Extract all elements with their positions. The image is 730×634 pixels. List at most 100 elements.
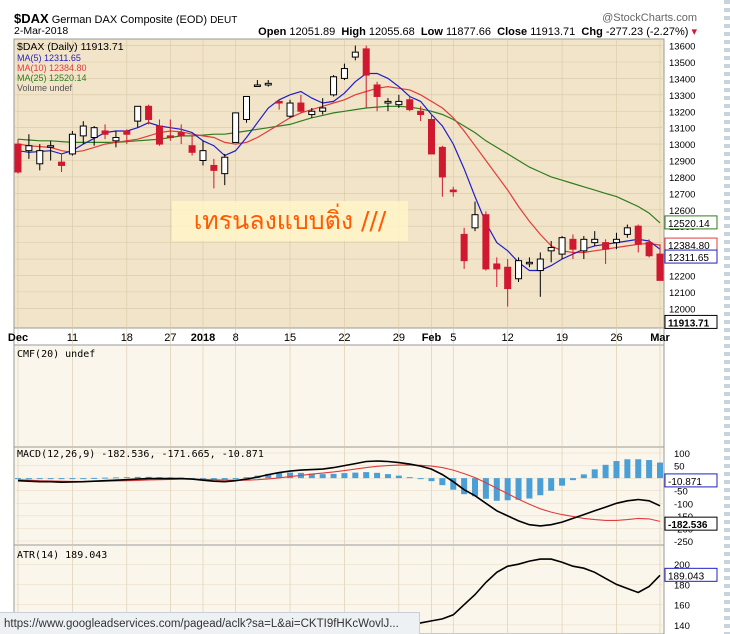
price-tick-label: 12700 <box>669 189 695 200</box>
candle-body <box>134 105 142 122</box>
value-box: 11913.71 <box>664 314 718 329</box>
macd-histogram-bar <box>602 464 609 479</box>
close-label: Close <box>497 26 528 38</box>
candle-body <box>330 76 338 96</box>
price-legend-entry: Volume undef <box>17 83 73 93</box>
candle-body <box>68 133 76 155</box>
candle-body <box>417 110 425 116</box>
macd-histogram-bar <box>330 473 337 479</box>
macd-histogram-bar <box>406 477 413 479</box>
price-tick-label: 13000 <box>669 140 695 151</box>
candle-body <box>286 102 294 117</box>
candle-body <box>449 189 457 193</box>
chg-value: -277.23 (-2.27%) <box>605 26 689 38</box>
macd-histogram-bar <box>384 474 391 479</box>
macd-histogram-bar <box>624 459 631 479</box>
macd-histogram-bar <box>417 478 424 480</box>
candle-body <box>482 214 490 270</box>
x-tick-label: 15 <box>284 332 296 344</box>
macd-histogram-bar <box>548 478 555 491</box>
value-box-text: -10.871 <box>668 477 702 488</box>
candle-body <box>79 125 87 137</box>
candle-body <box>155 125 163 145</box>
cmf-title: CMF(20) undef <box>17 349 95 360</box>
macd-histogram-bar <box>580 474 587 479</box>
candle-body <box>612 238 620 244</box>
index-name: German DAX Composite (EOD) <box>51 14 208 26</box>
candle-body <box>645 242 653 257</box>
candle-body <box>232 112 240 143</box>
price-legend-entry: MA(10) 12384.80 <box>17 63 87 73</box>
price-panel <box>13 38 665 329</box>
candle-body <box>525 261 533 265</box>
x-tick-label: 26 <box>610 332 622 344</box>
candle-body <box>493 263 501 270</box>
macd-histogram-bar <box>102 477 109 479</box>
value-box-text: 12311.65 <box>668 253 709 264</box>
high-label: High <box>341 26 366 38</box>
macd-histogram-bar <box>504 478 511 501</box>
macd-histogram-bar <box>591 469 598 479</box>
price-tick-label: 12200 <box>669 271 695 282</box>
candle-body <box>515 260 523 280</box>
x-tick-label: 27 <box>164 332 176 344</box>
x-tick-label: 12 <box>502 332 514 344</box>
macd-histogram-bar <box>221 478 228 480</box>
candle-body <box>58 161 66 166</box>
candle-body <box>199 150 207 162</box>
x-tick-label: 11 <box>67 332 78 344</box>
price-tick-label: 12600 <box>669 206 695 217</box>
candle-body <box>253 84 261 87</box>
macd-histogram-bar <box>341 473 348 479</box>
x-tick-label: 29 <box>393 332 405 344</box>
exchange: DEUT <box>210 15 238 26</box>
candle-body <box>656 253 664 281</box>
macd-histogram-bar <box>15 478 21 480</box>
candle-body <box>406 99 414 111</box>
macd-tick-label: -100 <box>674 499 693 510</box>
macd-histogram-bar <box>646 460 653 479</box>
price-tick-label: 13500 <box>669 58 695 69</box>
candle-body <box>438 146 446 178</box>
candle-body <box>112 137 120 142</box>
value-box-text: 189.043 <box>668 571 705 582</box>
candle-body <box>471 214 479 229</box>
macd-histogram-bar <box>319 474 326 479</box>
price-legend-entry: MA(25) 12520.14 <box>17 73 87 83</box>
macd-tick-label: -50 <box>674 487 688 498</box>
macd-histogram-bar <box>428 478 435 482</box>
candle-body <box>623 227 631 235</box>
macd-histogram-bar <box>559 478 566 486</box>
macd-histogram-bar <box>352 472 359 479</box>
down-arrow-icon: ▾ <box>691 26 697 38</box>
candle-body <box>504 266 512 290</box>
candle-body <box>362 48 370 76</box>
macd-histogram-bar <box>36 478 43 480</box>
candle <box>330 75 338 97</box>
open-label: Open <box>258 26 287 38</box>
candle-body <box>536 258 544 272</box>
price-tick-label: 13600 <box>669 42 695 53</box>
macd-histogram-bar <box>657 462 663 479</box>
candle <box>515 257 523 283</box>
macd-histogram-bar <box>569 478 576 481</box>
atr-tick-label: 160 <box>674 601 690 612</box>
candle-body <box>145 105 153 120</box>
candle-body <box>243 95 251 120</box>
candle-body <box>569 238 577 250</box>
candle-body <box>351 51 359 58</box>
candle-body <box>177 132 185 137</box>
candle <box>482 211 490 271</box>
atr-title: ATR(14) 189.043 <box>17 550 107 561</box>
macd-histogram-bar <box>374 472 381 479</box>
macd-histogram-bar <box>232 478 239 480</box>
value-box-text: -182.536 <box>668 520 708 531</box>
macd-histogram-bar <box>47 478 54 480</box>
low-label: Low <box>420 26 443 38</box>
candle-body <box>547 247 555 252</box>
price-tick-label: 12900 <box>669 157 695 168</box>
candle-body <box>188 145 196 153</box>
macd-histogram-bar <box>134 476 141 479</box>
macd-histogram-bar <box>472 478 479 497</box>
macd-title: MACD(12,26,9) -182.536, -171.665, -10.87… <box>17 449 264 460</box>
